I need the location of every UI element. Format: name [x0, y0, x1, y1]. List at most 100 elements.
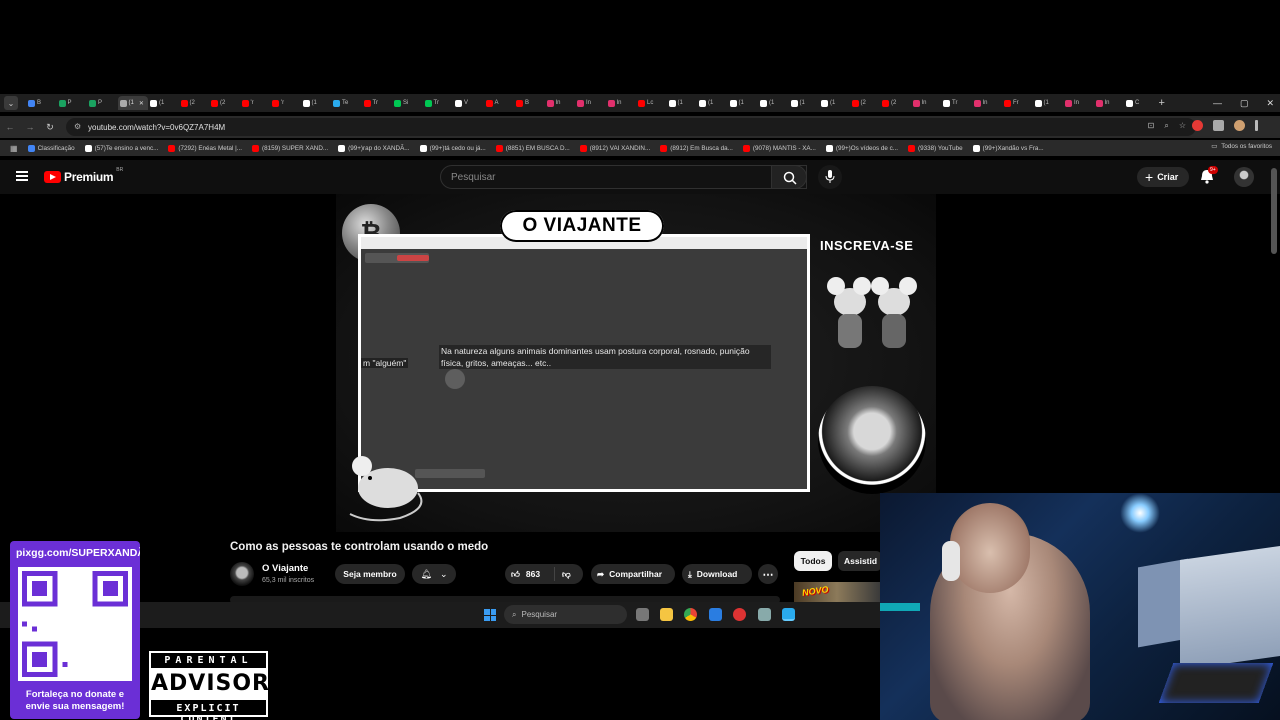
- browser-tab[interactable]: C: [1124, 96, 1155, 110]
- tab-close-icon[interactable]: ✕: [139, 100, 144, 107]
- subscribed-button[interactable]: 🔔︎ ⌄: [412, 564, 456, 584]
- share-button[interactable]: ➦ Compartilhar: [591, 564, 675, 584]
- task-view-icon[interactable]: [636, 608, 649, 621]
- bookmark-item[interactable]: (57)Te ensino a venc...: [84, 144, 158, 152]
- browser-tab[interactable]: B: [26, 96, 57, 110]
- browser-tab[interactable]: (1: [148, 96, 179, 110]
- reload-icon[interactable]: ↻: [40, 122, 60, 133]
- bookmark-item[interactable]: Classificação: [27, 144, 75, 152]
- browser-tab[interactable]: (1: [728, 96, 759, 110]
- browser-tab[interactable]: P: [57, 96, 88, 110]
- bookmark-item[interactable]: (99+)tá cedo ou já...: [419, 144, 486, 152]
- channel-avatar[interactable]: [230, 562, 254, 586]
- bookmark-item[interactable]: (99+)rap do XANDÃ...: [338, 144, 410, 152]
- browser-tab[interactable]: Te: [331, 96, 362, 110]
- chip-watched[interactable]: Assistid: [838, 551, 882, 571]
- voice-search-button[interactable]: [818, 165, 842, 189]
- settings-icon[interactable]: [758, 608, 771, 621]
- windows-start-icon[interactable]: [484, 609, 496, 621]
- browser-tab[interactable]: In: [1094, 96, 1125, 110]
- search-input[interactable]: Pesquisar: [440, 165, 807, 189]
- bookmark-item[interactable]: (9338) YouTube: [908, 144, 963, 152]
- browser-tab[interactable]: In: [911, 96, 942, 110]
- bookmark-item[interactable]: (9078) MANTIS - XA...: [742, 144, 816, 152]
- browser-tab[interactable]: B: [514, 96, 545, 110]
- puzzle-icon[interactable]: [1213, 120, 1224, 131]
- browser-tab[interactable]: (2: [179, 96, 210, 110]
- bookmark-star-icon[interactable]: ☆: [1179, 121, 1186, 131]
- browser-tab[interactable]: (2: [880, 96, 911, 110]
- install-icon[interactable]: ⊡: [1148, 121, 1155, 131]
- taskbar-search[interactable]: ⌕ Pesquisar: [504, 605, 627, 624]
- browser-tab[interactable]: In: [575, 96, 606, 110]
- close-icon[interactable]: ✕: [1266, 98, 1274, 109]
- recommended-thumbnail[interactable]: NOVO: [794, 582, 880, 602]
- browser-tab[interactable]: (1: [667, 96, 698, 110]
- bookmark-item[interactable]: (99+)Xandão vs Fra...: [972, 144, 1044, 152]
- app-icon[interactable]: [782, 608, 795, 621]
- search-button[interactable]: [771, 165, 807, 189]
- bookmark-item[interactable]: (99+)Os vídeos de c...: [825, 144, 898, 152]
- bookmark-item[interactable]: (8912) Em Busca da...: [660, 144, 733, 152]
- maximize-icon[interactable]: ▢: [1240, 98, 1249, 109]
- join-button[interactable]: Seja membro: [335, 564, 405, 584]
- like-button[interactable]: 👍︎ 863: [505, 567, 555, 581]
- zoom-icon[interactable]: ⌕: [1164, 121, 1168, 131]
- browser-tab[interactable]: (1: [301, 96, 332, 110]
- browser-tab[interactable]: Si: [392, 96, 423, 110]
- browser-tab[interactable]: (1 ✕: [117, 96, 148, 110]
- bookmark-item[interactable]: (8912) VAI XANDIN...: [579, 144, 650, 152]
- profile-icon[interactable]: [1234, 120, 1245, 131]
- menu-icon[interactable]: [16, 171, 28, 181]
- browser-tab[interactable]: (1: [819, 96, 850, 110]
- browser-tab[interactable]: V: [453, 96, 484, 110]
- dislike-button[interactable]: 👎︎: [555, 569, 571, 580]
- site-info-icon[interactable]: ⚙: [74, 122, 81, 131]
- app-icon[interactable]: [733, 608, 746, 621]
- browser-tab[interactable]: In: [972, 96, 1003, 110]
- browser-tab[interactable]: (1: [1033, 96, 1064, 110]
- tab-search-button[interactable]: ⌄: [4, 96, 18, 110]
- browser-tab[interactable]: (1: [697, 96, 728, 110]
- create-button[interactable]: + Criar: [1137, 167, 1189, 187]
- browser-tab[interactable]: (2: [209, 96, 240, 110]
- browser-tab[interactable]: (1: [758, 96, 789, 110]
- bookmark-item[interactable]: (7292) Enéas Metal |...: [168, 144, 242, 152]
- browser-tab[interactable]: Tr: [423, 96, 454, 110]
- more-actions-button[interactable]: ⋯: [758, 564, 778, 584]
- chrome-icon[interactable]: [684, 608, 697, 621]
- channel-name[interactable]: O Viajante: [262, 563, 308, 574]
- chip-all[interactable]: Todos: [794, 551, 832, 571]
- video-player[interactable]: ₿ m "alguém" Na natureza alguns animais …: [336, 194, 936, 532]
- download-button[interactable]: ⤓ Download: [682, 564, 752, 584]
- forward-icon[interactable]: →: [20, 122, 40, 132]
- browser-tab[interactable]: P: [87, 96, 118, 110]
- avatar[interactable]: [1234, 167, 1254, 187]
- browser-tab[interactable]: (1: [789, 96, 820, 110]
- browser-tab[interactable]: Fr: [1002, 96, 1033, 110]
- address-bar[interactable]: ⚙ youtube.com/watch?v=0v6QZ7A7H4M ⊡ ⌕ ☆: [66, 118, 1196, 136]
- all-bookmarks[interactable]: ▭ Todos os favoritos: [1211, 143, 1272, 150]
- apps-icon[interactable]: ▦: [10, 144, 18, 153]
- browser-tab[interactable]: 'r: [240, 96, 271, 110]
- new-tab-button[interactable]: +: [1159, 97, 1165, 109]
- browser-tab[interactable]: 'r: [270, 96, 301, 110]
- browser-tab[interactable]: (2: [850, 96, 881, 110]
- back-icon[interactable]: ←: [0, 122, 20, 132]
- minimize-icon[interactable]: —: [1213, 98, 1222, 108]
- browser-tab[interactable]: In: [606, 96, 637, 110]
- browser-tab[interactable]: A: [484, 96, 515, 110]
- file-explorer-icon[interactable]: [660, 608, 673, 621]
- youtube-logo[interactable]: Premium BR: [44, 167, 123, 184]
- bookmark-item[interactable]: (8851) EM BUSCA D...: [495, 144, 570, 152]
- menu-dots-icon[interactable]: [1255, 120, 1258, 131]
- browser-tab[interactable]: Tr: [362, 96, 393, 110]
- app-icon[interactable]: [709, 608, 722, 621]
- browser-tab[interactable]: In: [545, 96, 576, 110]
- browser-tab[interactable]: In: [1063, 96, 1094, 110]
- browser-tab[interactable]: Lc: [636, 96, 667, 110]
- bookmark-item[interactable]: (8159) SUPER XAND...: [251, 144, 328, 152]
- page-scrollbar[interactable]: [1271, 168, 1277, 254]
- extension-icon[interactable]: [1192, 120, 1203, 131]
- browser-tab[interactable]: Tr: [941, 96, 972, 110]
